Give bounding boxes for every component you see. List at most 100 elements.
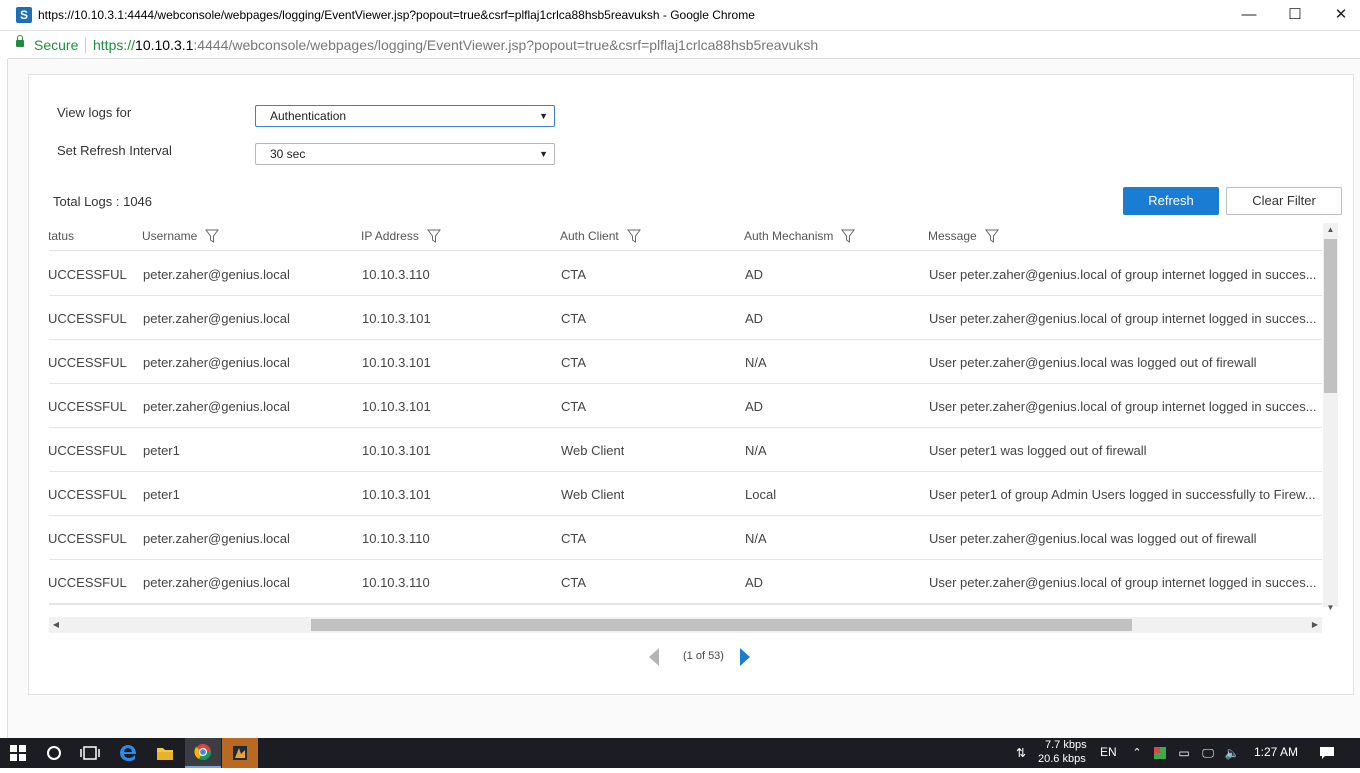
- lock-icon: [16, 35, 24, 47]
- tray-app-icon[interactable]: [1150, 738, 1170, 768]
- chevron-down-icon: ▼: [539, 149, 548, 159]
- filter-icon[interactable]: [426, 229, 441, 243]
- url-text[interactable]: https://10.10.3.1:4444/webconsole/webpag…: [93, 37, 818, 53]
- clear-filter-button[interactable]: Clear Filter: [1226, 187, 1342, 215]
- maximize-button[interactable]: ☐: [1272, 4, 1318, 28]
- cell-status: UCCESSFUL: [49, 575, 127, 590]
- scroll-right-icon[interactable]: ▶: [1308, 617, 1322, 633]
- tray-shield-icon: [1154, 747, 1166, 759]
- close-button[interactable]: ✕: [1318, 4, 1360, 28]
- vertical-scrollbar[interactable]: ▲ ▼: [1323, 223, 1338, 612]
- scroll-up-icon[interactable]: ▲: [1323, 223, 1338, 237]
- cell-status: UCCESSFUL: [49, 267, 127, 282]
- action-center-icon: [1320, 747, 1334, 759]
- cell-username: peter.zaher@genius.local: [143, 311, 290, 326]
- file-explorer-button[interactable]: [147, 738, 183, 768]
- cell-username: peter.zaher@genius.local: [143, 355, 290, 370]
- network-speed-arrows-icon: ⇅: [1015, 746, 1027, 760]
- cell-status: UCCESSFUL: [49, 531, 127, 546]
- cell-auth-client: CTA: [561, 355, 587, 370]
- minimize-button[interactable]: —: [1226, 4, 1272, 28]
- folder-icon: [157, 748, 173, 760]
- column-header-username[interactable]: Username: [142, 229, 220, 243]
- chrome-button[interactable]: [185, 738, 221, 768]
- next-page-icon[interactable]: [740, 648, 750, 666]
- table-row[interactable]: UCCESSFUL peter.zaher@genius.local 10.10…: [49, 384, 1322, 428]
- cortana-circle-icon: [47, 746, 61, 760]
- cell-status: UCCESSFUL: [49, 443, 127, 458]
- column-header-auth-mechanism[interactable]: Auth Mechanism: [744, 229, 856, 243]
- refresh-interval-label: Set Refresh Interval: [57, 143, 172, 158]
- notifications-button[interactable]: [1312, 738, 1342, 768]
- vertical-scroll-thumb[interactable]: [1324, 239, 1337, 393]
- column-header-auth-client[interactable]: Auth Client: [560, 229, 641, 243]
- table-row[interactable]: UCCESSFUL peter.zaher@genius.local 10.10…: [49, 252, 1322, 296]
- cell-ip-address: 10.10.3.101: [362, 311, 431, 326]
- previous-page-icon[interactable]: [649, 648, 659, 666]
- cell-auth-client: Web Client: [561, 443, 625, 458]
- cell-auth-client: CTA: [561, 399, 587, 414]
- table-header: tatus Username IP Address Auth Client Au…: [49, 221, 1322, 251]
- filter-icon[interactable]: [841, 229, 856, 243]
- url-protocol: https://: [93, 37, 136, 53]
- column-header-label: IP Address: [361, 229, 419, 243]
- cell-username: peter1: [143, 487, 180, 502]
- table-row[interactable]: UCCESSFUL peter1 10.10.3.101 Web Client …: [49, 428, 1322, 472]
- log-table: tatus Username IP Address Auth Client Au…: [49, 221, 1322, 605]
- cell-auth-client: CTA: [561, 575, 587, 590]
- table-row[interactable]: UCCESSFUL peter.zaher@genius.local 10.10…: [49, 340, 1322, 384]
- battery-icon[interactable]: ▭: [1174, 738, 1194, 768]
- edge-button[interactable]: [110, 738, 146, 768]
- language-indicator[interactable]: EN: [1100, 745, 1117, 759]
- horizontal-scrollbar[interactable]: ◀ ▶: [49, 617, 1322, 633]
- address-bar[interactable]: Secure https://10.10.3.1:4444/webconsole…: [8, 32, 1360, 59]
- app-icon: [233, 746, 247, 760]
- cell-status: UCCESSFUL: [49, 399, 127, 414]
- chevron-up-icon[interactable]: ⌃: [1128, 738, 1146, 768]
- table-row[interactable]: UCCESSFUL peter1 10.10.3.101 Web Client …: [49, 472, 1322, 516]
- scroll-left-icon[interactable]: ◀: [49, 617, 63, 633]
- network-upload-speed: 20.6 kbps: [1038, 753, 1086, 765]
- chevron-down-icon: ▼: [539, 111, 548, 121]
- sophos-app-button[interactable]: [222, 738, 258, 768]
- start-button[interactable]: [0, 738, 36, 768]
- cell-message: User peter.zaher@genius.local of group i…: [929, 399, 1317, 414]
- scroll-down-icon[interactable]: ▼: [1323, 601, 1338, 615]
- filter-icon[interactable]: [626, 229, 641, 243]
- view-logs-label: View logs for: [57, 105, 132, 120]
- cell-message: User peter.zaher@genius.local of group i…: [929, 311, 1317, 326]
- column-header-status[interactable]: tatus: [49, 229, 74, 243]
- clock[interactable]: 1:27 AM: [1254, 745, 1298, 759]
- cell-auth-mechanism: N/A: [745, 355, 767, 370]
- column-header-message[interactable]: Message: [928, 229, 999, 243]
- table-row[interactable]: UCCESSFUL peter.zaher@genius.local 10.10…: [49, 516, 1322, 560]
- task-view-button[interactable]: [72, 738, 108, 768]
- view-logs-select[interactable]: Authentication ▼: [255, 105, 555, 127]
- cell-message: User peter1 was logged out of firewall: [929, 443, 1147, 458]
- window-left-edge: [0, 59, 8, 738]
- page-content: View logs for Authentication ▼ Set Refre…: [8, 60, 1360, 738]
- search-button[interactable]: [36, 738, 72, 768]
- column-header-ip-address[interactable]: IP Address: [361, 229, 441, 243]
- window-titlebar: S https://10.10.3.1:4444/webconsole/webp…: [0, 0, 1360, 31]
- filter-icon[interactable]: [205, 229, 220, 243]
- volume-icon[interactable]: 🔈: [1222, 738, 1242, 768]
- table-row[interactable]: UCCESSFUL peter.zaher@genius.local 10.10…: [49, 296, 1322, 340]
- cell-auth-client: CTA: [561, 531, 587, 546]
- view-logs-value: Authentication: [270, 109, 347, 123]
- table-row[interactable]: UCCESSFUL peter.zaher@genius.local 10.10…: [49, 560, 1322, 604]
- filter-icon[interactable]: [984, 229, 999, 243]
- horizontal-scroll-thumb[interactable]: [311, 619, 1132, 631]
- network-icon[interactable]: 🖵: [1198, 738, 1218, 768]
- refresh-interval-select[interactable]: 30 sec ▼: [255, 143, 555, 165]
- cell-username: peter.zaher@genius.local: [143, 267, 290, 282]
- cell-ip-address: 10.10.3.101: [362, 487, 431, 502]
- column-header-label: tatus: [49, 229, 75, 243]
- network-download-speed: 7.7 kbps: [1045, 739, 1087, 751]
- edge-icon: [120, 745, 136, 761]
- log-viewer-panel: View logs for Authentication ▼ Set Refre…: [28, 74, 1354, 695]
- cell-message: User peter.zaher@genius.local was logged…: [929, 531, 1257, 546]
- refresh-button[interactable]: Refresh: [1123, 187, 1219, 215]
- cell-auth-mechanism: AD: [745, 575, 764, 590]
- chrome-icon: [194, 744, 212, 761]
